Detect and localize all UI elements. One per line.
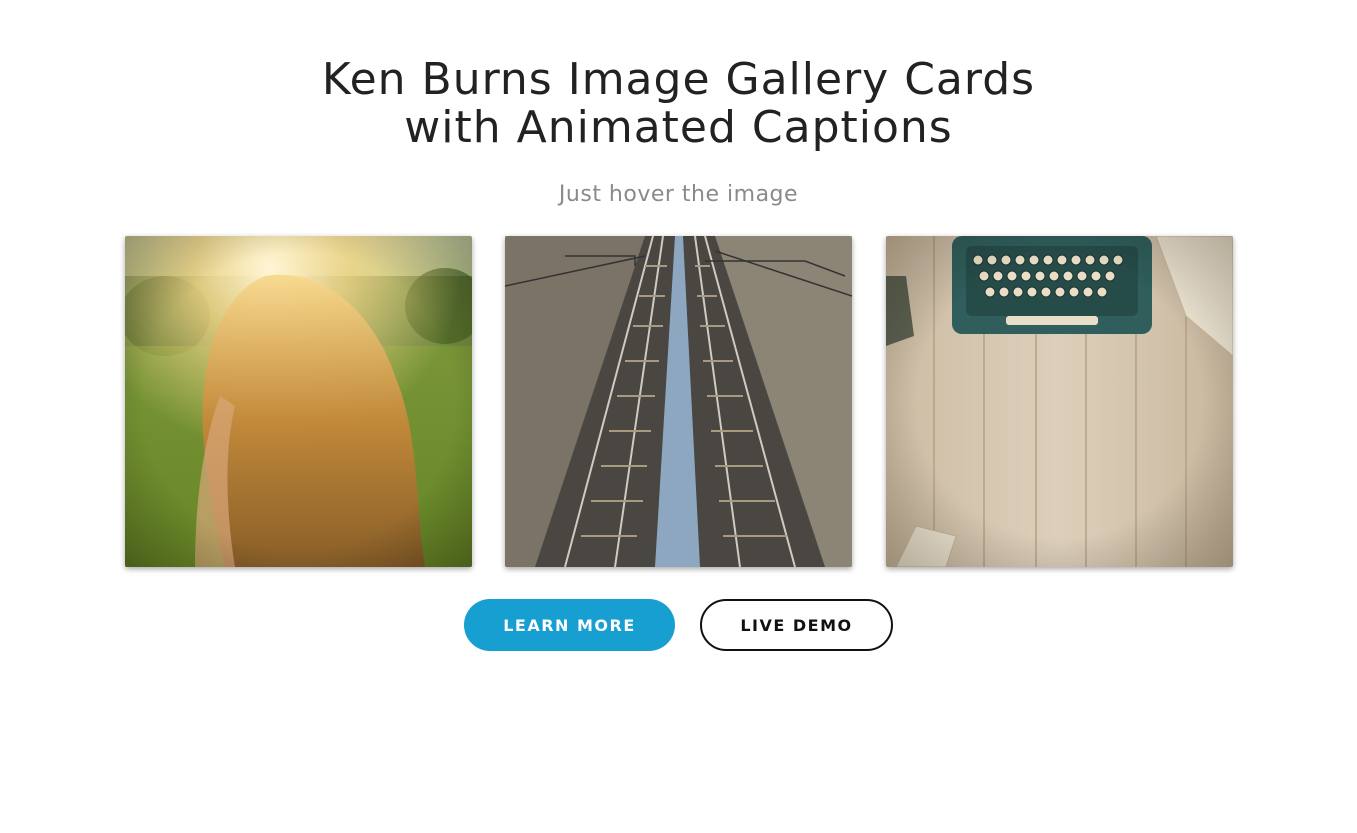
action-buttons: LEARN MORE LIVE DEMO bbox=[0, 599, 1357, 651]
learn-more-button[interactable]: LEARN MORE bbox=[464, 599, 675, 651]
page-header: Ken Burns Image Gallery Cards with Anima… bbox=[0, 56, 1357, 152]
railway-tracks-image bbox=[505, 236, 852, 567]
page-title-line-2: with Animated Captions bbox=[404, 102, 953, 153]
gallery-card-typewriter[interactable] bbox=[886, 236, 1233, 567]
girl-in-field-image bbox=[125, 236, 472, 567]
live-demo-button[interactable]: LIVE DEMO bbox=[700, 599, 893, 651]
typewriter-image bbox=[886, 236, 1233, 567]
gallery-card-railway-tracks[interactable] bbox=[505, 236, 852, 567]
page-subtitle: Just hover the image bbox=[558, 182, 799, 207]
gallery-card-girl-in-field[interactable] bbox=[125, 236, 472, 567]
page-title-line-1: Ken Burns Image Gallery Cards bbox=[321, 54, 1036, 105]
page-title: Ken Burns Image Gallery Cards with Anima… bbox=[0, 56, 1357, 152]
image-gallery bbox=[125, 236, 1233, 567]
